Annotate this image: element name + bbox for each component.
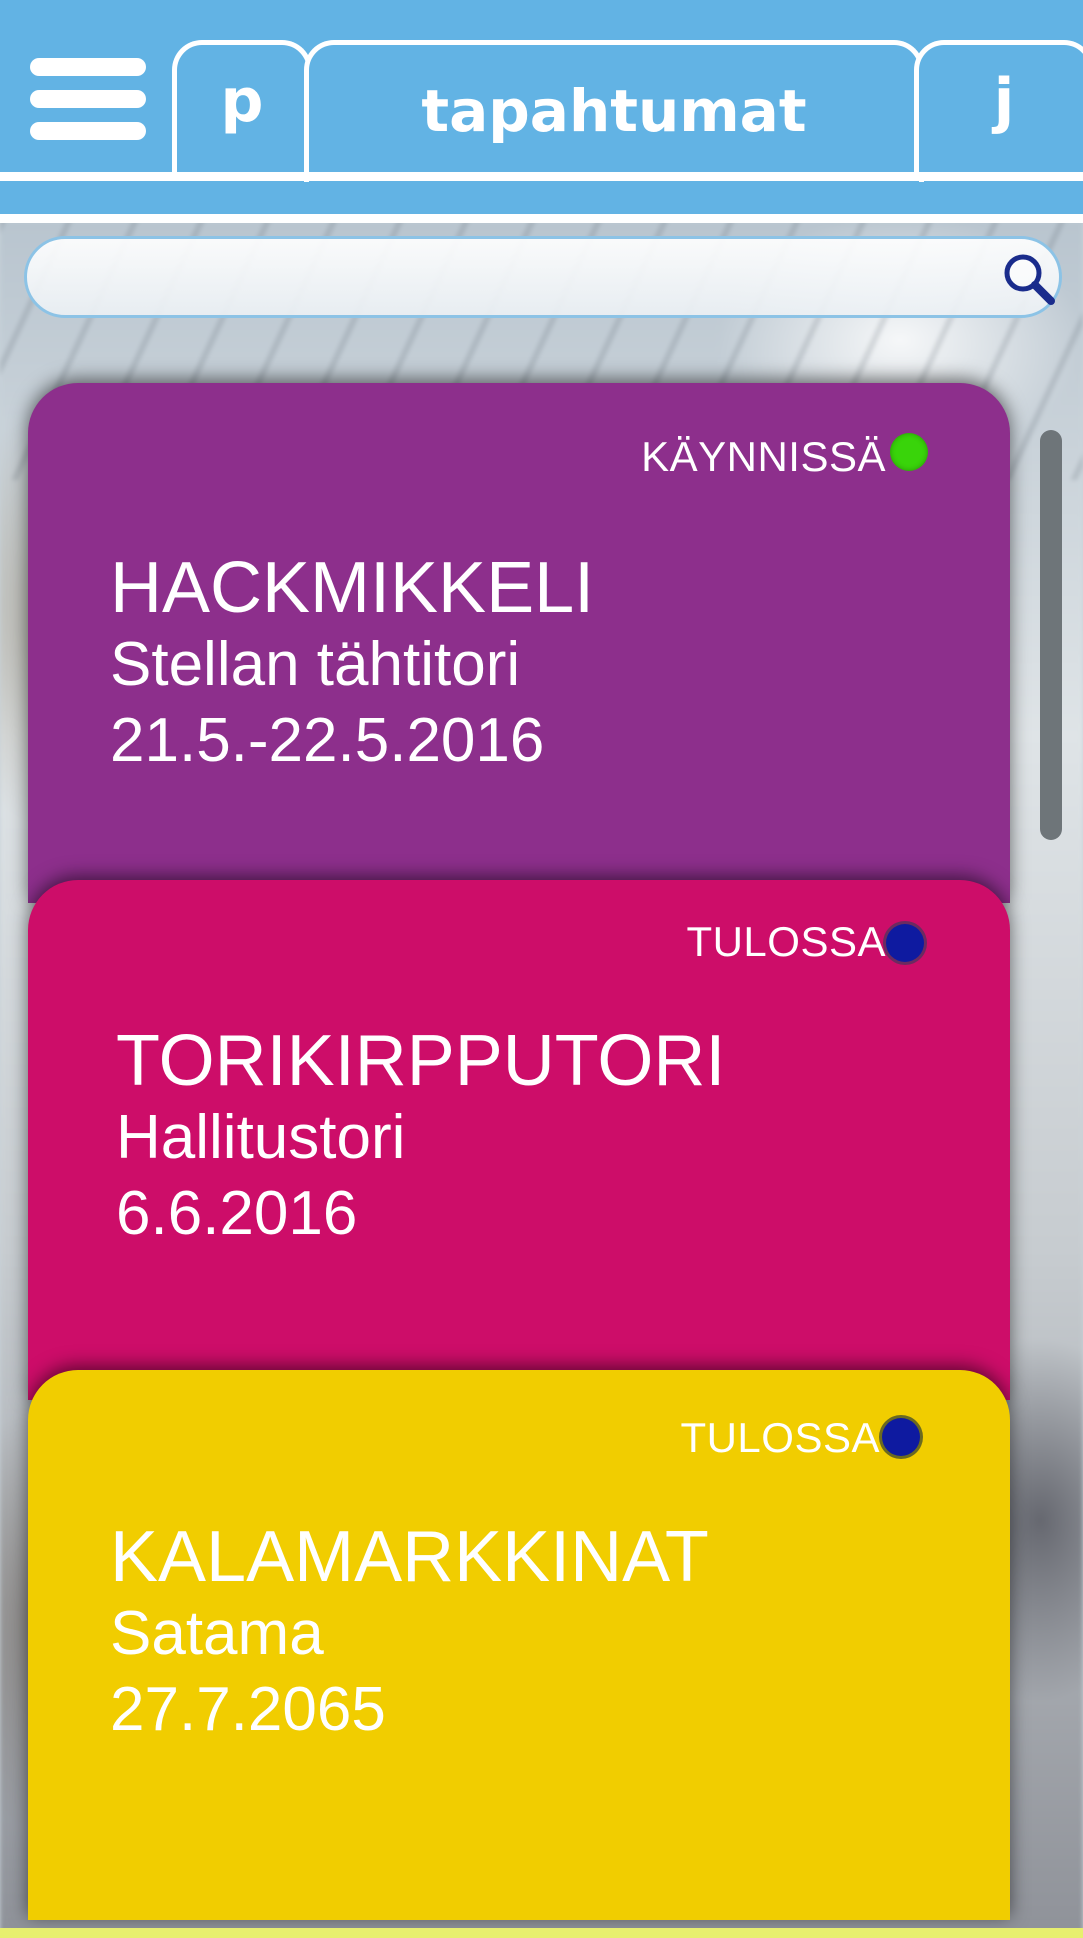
status-dot-icon <box>886 924 924 962</box>
event-name: KALAMARKKINAT <box>110 1517 709 1597</box>
event-date: 21.5.-22.5.2016 <box>110 706 545 775</box>
tab-j[interactable]: j <box>914 40 1083 172</box>
search-icon[interactable] <box>999 249 1059 309</box>
hamburger-menu-icon[interactable] <box>30 58 146 140</box>
event-name: HACKMIKKELI <box>110 548 595 628</box>
app-header: p tapahtumat j <box>0 0 1083 223</box>
header-divider-bottom <box>0 214 1083 223</box>
event-date: 27.7.2065 <box>110 1675 386 1744</box>
event-info: TORIKIRPPUTORI Hallitustori 6.6.2016 <box>116 1022 725 1252</box>
tab-p[interactable]: p <box>172 40 312 172</box>
event-card-hackmikkeli[interactable]: KÄYNNISSÄ HACKMIKKELI Stellan tähtitori … <box>28 383 1010 903</box>
event-card-torikirpputori[interactable]: TULOSSA TORIKIRPPUTORI Hallitustori 6.6.… <box>28 880 1010 1400</box>
event-place: Hallitustori <box>116 1103 406 1172</box>
search-input[interactable] <box>55 249 979 307</box>
event-info: HACKMIKKELI Stellan tähtitori 21.5.-22.5… <box>110 549 594 779</box>
event-date: 6.6.2016 <box>116 1179 358 1248</box>
search-bar <box>24 236 1062 318</box>
header-divider <box>0 172 1083 181</box>
status-dot-icon <box>882 1418 920 1456</box>
event-name: TORIKIRPPUTORI <box>116 1021 726 1101</box>
bottom-edge <box>0 1928 1083 1938</box>
event-info: KALAMARKKINAT Satama 27.7.2065 <box>110 1518 709 1748</box>
tab-tapahtumat[interactable]: tapahtumat <box>304 40 924 192</box>
event-status: KÄYNNISSÄ <box>641 433 886 480</box>
status-dot-icon <box>890 433 928 471</box>
event-card-kalamarkkinat[interactable]: TULOSSA KALAMARKKINAT Satama 27.7.2065 <box>28 1370 1010 1920</box>
event-status: TULOSSA <box>686 918 886 965</box>
event-place: Stellan tähtitori <box>110 630 521 699</box>
event-place: Satama <box>110 1599 324 1668</box>
scrollbar-thumb[interactable] <box>1040 430 1062 840</box>
event-status: TULOSSA <box>680 1414 880 1461</box>
